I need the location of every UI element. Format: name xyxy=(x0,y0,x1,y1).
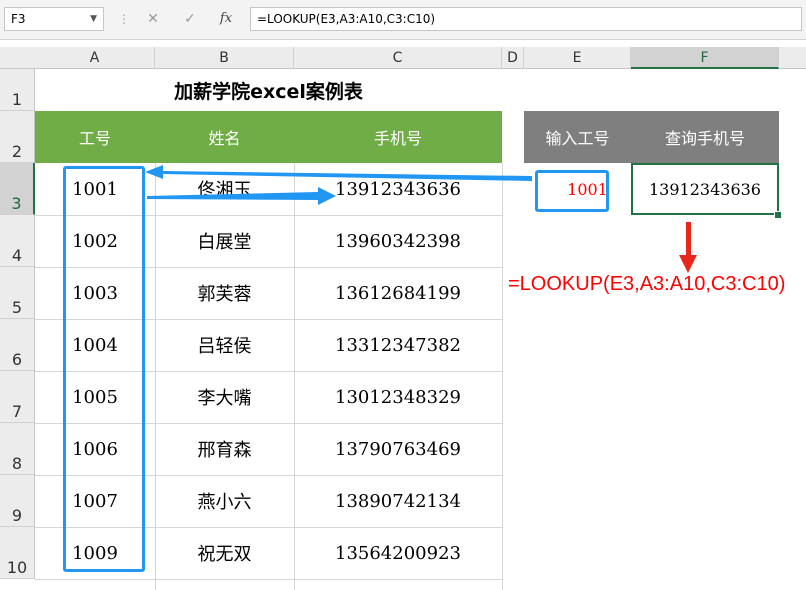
cell-c7[interactable]: 13012348329 xyxy=(294,371,502,423)
fill-handle[interactable] xyxy=(774,211,782,219)
insert-function-button[interactable]: fx xyxy=(216,9,236,29)
row-header-9[interactable]: 9 xyxy=(0,475,35,527)
enter-button[interactable]: ✓ xyxy=(180,9,200,29)
chevron-down-icon[interactable]: ▼ xyxy=(90,8,97,30)
column-header-bar: A B C D E F xyxy=(0,47,806,69)
name-box-value: F3 xyxy=(11,12,26,26)
header-cell-result-phone[interactable]: 查询手机号 xyxy=(631,111,779,163)
cell-c5[interactable]: 13612684199 xyxy=(294,267,502,319)
column-header-c[interactable]: C xyxy=(294,47,502,69)
row-header-6[interactable]: 6 xyxy=(0,319,35,371)
header-cell-name[interactable]: 姓名 xyxy=(155,111,294,163)
cell-c8[interactable]: 13790763469 xyxy=(294,423,502,475)
cancel-button[interactable]: ✕ xyxy=(143,9,163,29)
cell-b5[interactable]: 郭芙蓉 xyxy=(155,267,294,319)
arrow-down-icon xyxy=(679,222,697,273)
grid-line xyxy=(35,579,502,580)
column-header-f[interactable]: F xyxy=(631,47,779,69)
row-header-2[interactable]: 2 xyxy=(0,111,35,163)
highlight-box-id-column xyxy=(63,166,145,572)
column-header-a[interactable]: A xyxy=(35,47,155,69)
cell-c6[interactable]: 13312347382 xyxy=(294,319,502,371)
highlight-box-input xyxy=(535,170,609,212)
cell-b8[interactable]: 邢育森 xyxy=(155,423,294,475)
row-header-5[interactable]: 5 xyxy=(0,267,35,319)
header-cell-input-id[interactable]: 输入工号 xyxy=(524,111,631,163)
cell-c10[interactable]: 13564200923 xyxy=(294,527,502,579)
cell-b6[interactable]: 吕轻侯 xyxy=(155,319,294,371)
cell-b9[interactable]: 燕小六 xyxy=(155,475,294,527)
formula-bar: F3 ▼ ⋮ ✕ ✓ fx =LOOKUP(E3,A3:A10,C3:C10) xyxy=(0,0,806,40)
row-header-10[interactable]: 10 xyxy=(0,527,35,579)
cell-b3[interactable]: 佟湘玉 xyxy=(155,163,294,215)
cell-b4[interactable]: 白展堂 xyxy=(155,215,294,267)
sheet-title[interactable]: 加薪学院excel案例表 xyxy=(35,69,502,111)
row-header-4[interactable]: 4 xyxy=(0,215,35,267)
drag-handle-icon[interactable]: ⋮ xyxy=(118,12,130,26)
row-header-1[interactable]: 1 xyxy=(0,69,35,111)
header-cell-phone[interactable]: 手机号 xyxy=(294,111,502,163)
cell-b10[interactable]: 祝无双 xyxy=(155,527,294,579)
cell-c9[interactable]: 13890742134 xyxy=(294,475,502,527)
column-header-e[interactable]: E xyxy=(524,47,631,69)
name-box[interactable]: F3 ▼ xyxy=(4,7,104,31)
row-header-3[interactable]: 3 xyxy=(0,163,35,215)
column-header-d[interactable]: D xyxy=(502,47,524,69)
cell-f3-result[interactable]: 13912343636 xyxy=(631,163,779,215)
cell-c4[interactable]: 13960342398 xyxy=(294,215,502,267)
formula-input[interactable]: =LOOKUP(E3,A3:A10,C3:C10) xyxy=(250,7,802,31)
grid-line xyxy=(502,163,503,590)
row-header-7[interactable]: 7 xyxy=(0,371,35,423)
formula-annotation: =LOOKUP(E3,A3:A10,C3:C10) xyxy=(508,273,786,295)
cell-c3[interactable]: 13912343636 xyxy=(294,163,502,215)
row-header-8[interactable]: 8 xyxy=(0,423,35,475)
cell-b7[interactable]: 李大嘴 xyxy=(155,371,294,423)
column-header-b[interactable]: B xyxy=(155,47,294,69)
header-cell-id[interactable]: 工号 xyxy=(35,111,155,163)
